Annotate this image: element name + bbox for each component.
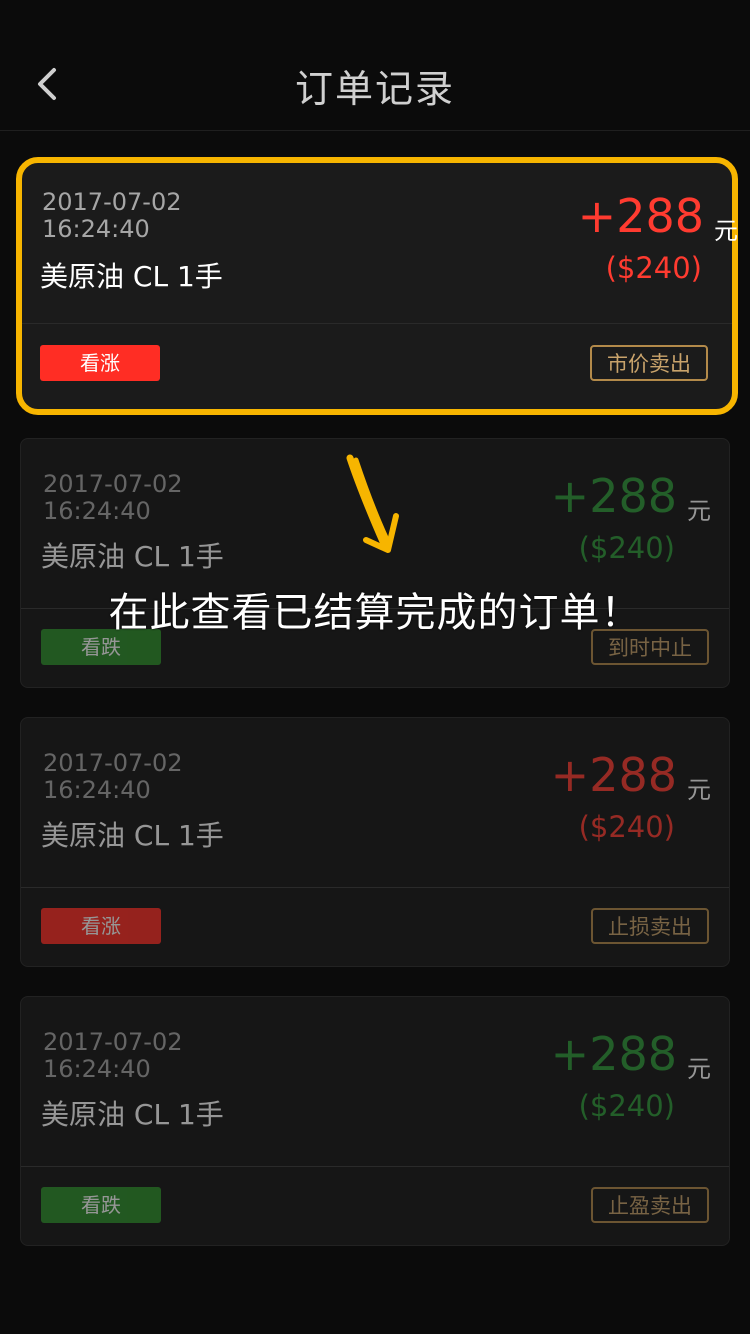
order-amount: +288 — [550, 748, 677, 802]
order-amount: +288 — [577, 189, 704, 243]
order-card[interactable]: 2017-07-02 16:24:40 美原油 CL 1手 +288 元 ($2… — [20, 996, 730, 1246]
order-time: 16:24:40 — [43, 497, 151, 525]
order-datetime: 2017-07-02 16:24:40 — [42, 189, 242, 243]
direction-badge: 看涨 — [40, 345, 160, 381]
order-date: 2017-07-02 — [42, 188, 182, 216]
annotation-caption: 在此查看已结算完成的订单！ — [108, 590, 642, 636]
order-currency: 元 — [687, 776, 711, 804]
order-usd: ($240) — [578, 1089, 675, 1123]
order-product: 美原油 CL 1手 — [41, 819, 224, 852]
order-card[interactable]: 2017-07-02 16:24:40 美原油 CL 1手 +288 元 ($2… — [16, 157, 738, 415]
order-product: 美原油 CL 1手 — [41, 1098, 224, 1131]
order-usd: ($240) — [578, 810, 675, 844]
card-divider — [22, 323, 732, 324]
page-title: 订单记录 — [294, 67, 455, 111]
order-date: 2017-07-02 — [43, 1028, 183, 1056]
order-summary: 2017-07-02 16:24:40 美原油 CL 1手 +288 元 ($2… — [22, 163, 738, 333]
order-amount: +288 — [550, 469, 677, 523]
order-date: 2017-07-02 — [43, 470, 183, 498]
direction-badge: 看涨 — [41, 908, 161, 944]
order-datetime: 2017-07-02 16:24:40 — [43, 750, 243, 804]
status-button[interactable]: 止盈卖出 — [591, 1187, 709, 1223]
order-time: 16:24:40 — [43, 1055, 151, 1083]
direction-badge: 看跌 — [41, 1187, 161, 1223]
arrow-down-icon — [346, 454, 399, 553]
order-usd: ($240) — [578, 531, 675, 565]
order-time: 16:24:40 — [42, 215, 150, 243]
order-currency: 元 — [687, 1055, 711, 1083]
order-amount: +288 — [550, 1027, 677, 1081]
nav-header: 订单记录 — [0, 0, 750, 131]
card-divider — [21, 1166, 729, 1167]
status-button[interactable]: 止损卖出 — [591, 908, 709, 944]
order-currency: 元 — [687, 497, 711, 525]
order-datetime: 2017-07-02 16:24:40 — [43, 471, 243, 525]
order-summary: 2017-07-02 16:24:40 美原油 CL 1手 +288 元 ($2… — [21, 718, 729, 888]
card-divider — [21, 887, 729, 888]
order-usd: ($240) — [605, 251, 702, 285]
order-datetime: 2017-07-02 16:24:40 — [43, 1029, 243, 1083]
order-product: 美原油 CL 1手 — [41, 540, 224, 573]
order-summary: 2017-07-02 16:24:40 美原油 CL 1手 +288 元 ($2… — [21, 997, 729, 1167]
order-time: 16:24:40 — [43, 776, 151, 804]
order-product: 美原油 CL 1手 — [40, 260, 223, 293]
order-card[interactable]: 2017-07-02 16:24:40 美原油 CL 1手 +288 元 ($2… — [20, 717, 730, 967]
order-records-screen: 订单记录 2017-07-02 16:24:40 美原油 CL 1手 +288 … — [0, 0, 750, 1334]
sell-button[interactable]: 市价卖出 — [590, 345, 708, 381]
order-currency: 元 — [714, 217, 738, 245]
order-date: 2017-07-02 — [43, 749, 183, 777]
